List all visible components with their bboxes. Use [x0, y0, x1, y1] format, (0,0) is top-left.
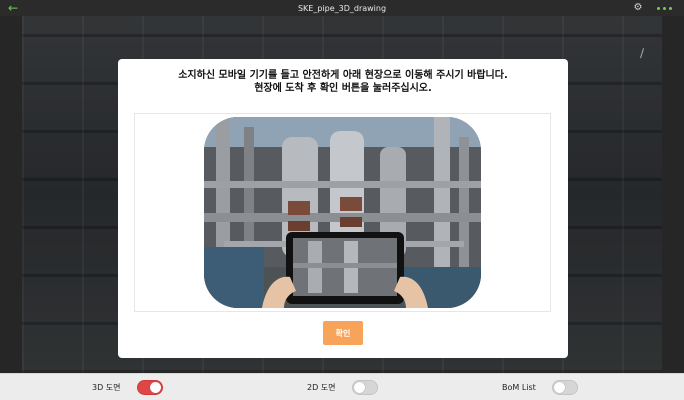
- more-dots-icon[interactable]: [652, 2, 676, 14]
- site-photo: [204, 117, 481, 308]
- instruction-dialog: 소지하신 모바일 기기를 들고 안전하게 아래 현장으로 이동해 주시기 바랍니…: [118, 59, 568, 358]
- toggle-3d-drawing[interactable]: 3D 도면: [92, 378, 163, 397]
- plant-illustration: [204, 117, 481, 308]
- right-margin: [662, 16, 684, 373]
- toggle-2d-drawing[interactable]: 2D 도면: [307, 378, 378, 397]
- arrow-left-icon[interactable]: ←: [6, 1, 20, 15]
- dialog-message-line1: 소지하신 모바일 기기를 들고 안전하게 아래 현장으로 이동해 주시기 바랍니…: [178, 70, 508, 81]
- switch-knob: [149, 382, 161, 393]
- window-title: SKE_pipe_3D_drawing: [297, 3, 387, 13]
- bottom-toolbar: 3D 도면 2D 도면 BoM List: [0, 373, 684, 400]
- dialog-message-line2: 현장에 도착 후 확인 버튼을 눌러주십시오.: [254, 83, 432, 94]
- switch-knob: [553, 382, 565, 393]
- switch-knob: [353, 382, 365, 393]
- dialog-message: 소지하신 모바일 기기를 들고 안전하게 아래 현장으로 이동해 주시기 바랍니…: [118, 69, 568, 95]
- gear-icon[interactable]: ⚙: [632, 2, 644, 14]
- toggle-3d-label: 3D 도면: [92, 383, 121, 392]
- toggle-bom-label: BoM List: [502, 383, 536, 392]
- toggle-3d-switch[interactable]: [136, 380, 163, 395]
- toggle-2d-switch[interactable]: [351, 380, 378, 395]
- confirm-button[interactable]: 확인: [323, 321, 363, 345]
- left-margin: [0, 16, 22, 373]
- toggle-2d-label: 2D 도면: [307, 383, 336, 392]
- toggle-bom-list[interactable]: BoM List: [502, 378, 578, 397]
- title-bar: ← SKE_pipe_3D_drawing ⚙: [0, 0, 684, 16]
- toggle-bom-switch[interactable]: [551, 380, 578, 395]
